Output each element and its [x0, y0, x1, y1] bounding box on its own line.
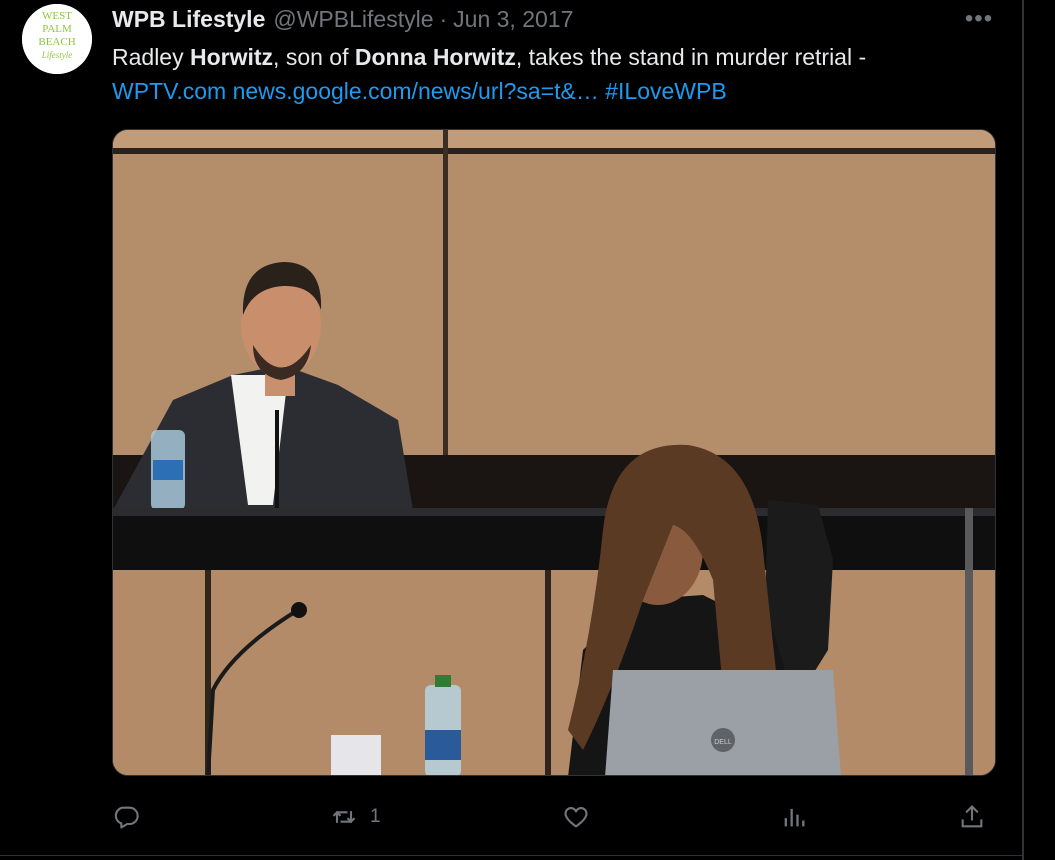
tweet-text: Radley Horwitz, son of Donna Horwitz, ta… [112, 40, 1002, 108]
more-options-button[interactable]: ••• [962, 6, 996, 32]
heart-icon [564, 807, 588, 828]
retweet-count: 1 [370, 806, 381, 827]
tweet-date[interactable]: Jun 3, 2017 [453, 6, 573, 33]
text-part: , son of [273, 44, 355, 70]
retweet-button[interactable]: 1 [330, 796, 381, 838]
more-icon: ••• [964, 5, 994, 32]
separator-dot: · [439, 5, 448, 32]
hashtag-ilovewpb[interactable]: #ILoveWPB [605, 78, 726, 104]
text-part: Radley [112, 44, 190, 70]
link-wptv[interactable]: WPTV.com [112, 78, 226, 104]
reply-icon [114, 806, 139, 829]
reply-button[interactable] [112, 796, 140, 838]
text-bold-surname: Horwitz [189, 44, 274, 70]
text-part: , takes the stand in murder retrial - [515, 44, 867, 70]
user-handle[interactable]: @WPBLifestyle [273, 6, 433, 33]
share-icon [961, 805, 983, 828]
display-name[interactable]: WPB Lifestyle [112, 6, 265, 33]
tweet-media-photo[interactable]: DELL [112, 129, 996, 776]
avatar-text-1: WEST [42, 10, 72, 22]
column-divider [1022, 0, 1024, 860]
link-google-news[interactable]: news.google.com/news/url?sa=t&… [233, 78, 599, 104]
tweet-action-bar: 1 [112, 796, 1002, 838]
avatar-text-3: BEACH [38, 36, 75, 48]
text-bold-name: Donna Horwitz [354, 44, 516, 70]
views-icon [784, 808, 805, 827]
avatar[interactable]: WEST PALM BEACH Lifestyle [22, 4, 92, 74]
avatar-text-4: Lifestyle [41, 50, 73, 60]
retweet-icon [332, 810, 356, 824]
tweet-divider [0, 855, 1022, 856]
courtroom-photo: DELL [113, 130, 995, 775]
laptop-brand-text: DELL [714, 739, 732, 746]
share-button[interactable] [958, 796, 986, 838]
avatar-logo: WEST PALM BEACH Lifestyle [22, 4, 92, 74]
views-button[interactable] [780, 796, 808, 838]
tweet-header: WPB Lifestyle @WPBLifestyle · Jun 3, 201… [112, 4, 573, 34]
like-button[interactable] [562, 796, 590, 838]
avatar-text-2: PALM [42, 23, 72, 35]
